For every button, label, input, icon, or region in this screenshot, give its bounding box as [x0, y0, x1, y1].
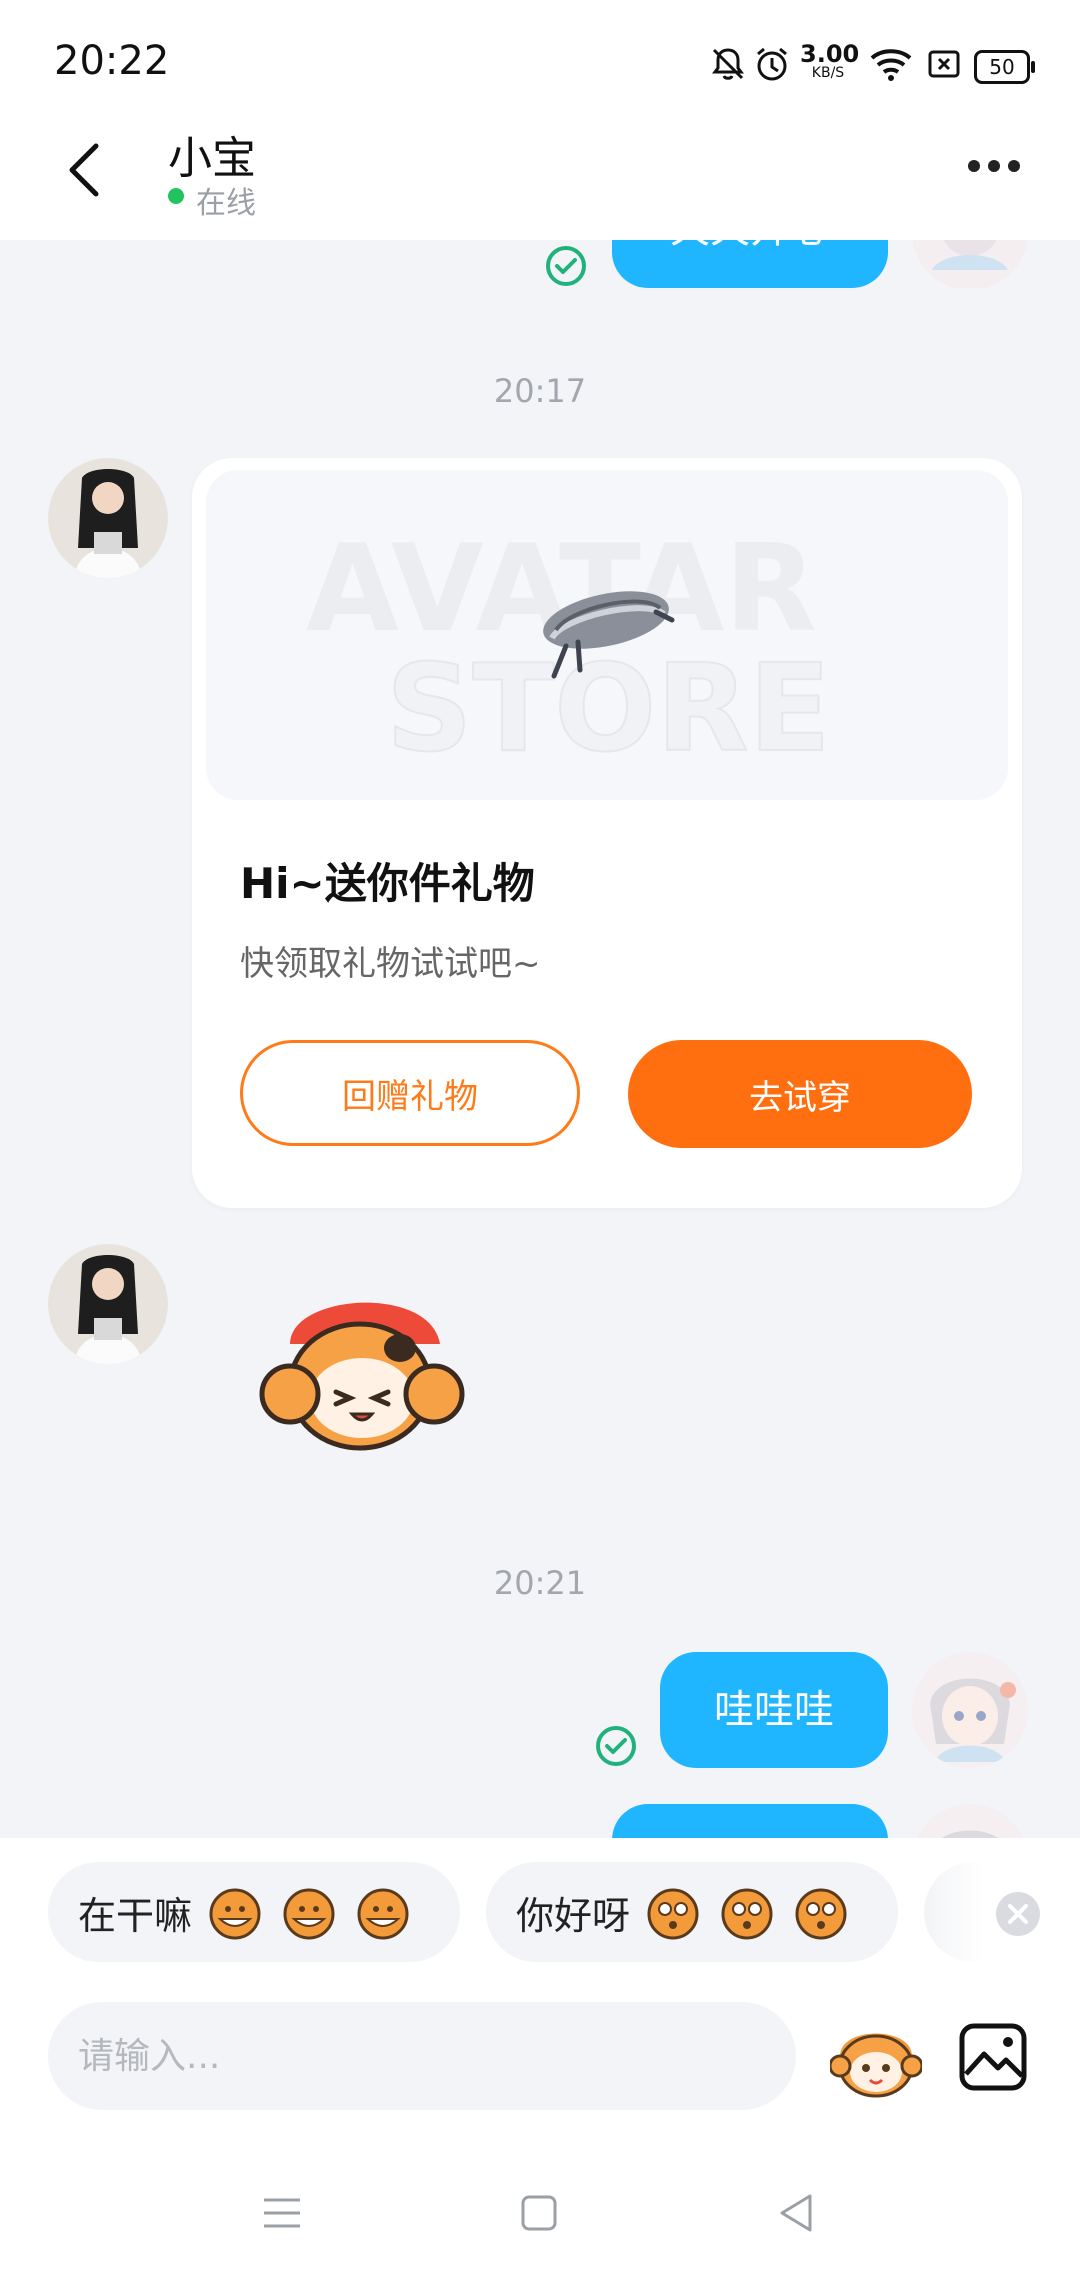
home-nav-icon[interactable]	[520, 2194, 558, 2232]
sticker-message[interactable]	[250, 1274, 480, 1460]
network-speed-unit: KB/S	[811, 65, 845, 81]
message-input[interactable]	[48, 2002, 796, 2110]
image-picker-icon[interactable]	[958, 2022, 1028, 2092]
online-status-label: 在线	[196, 186, 256, 221]
message-bubble-out-clip: 天天开心	[612, 240, 888, 288]
gift-image[interactable]: AVATAR STORE	[206, 470, 1008, 800]
message-bubble-out-partial	[612, 1804, 888, 1838]
grin-emoji-icon	[357, 1888, 409, 1940]
back-arrow-icon[interactable]	[60, 140, 110, 200]
surprised-emoji-icon	[721, 1888, 773, 1940]
watermark-store: STORE	[386, 640, 831, 779]
wifi-icon	[870, 49, 912, 81]
contact-name[interactable]: 小宝	[168, 122, 256, 186]
sim-off-icon	[928, 50, 960, 78]
contact-avatar[interactable]	[48, 1244, 168, 1364]
grin-emoji-icon	[283, 1888, 335, 1940]
mute-bell-icon	[712, 48, 744, 80]
quick-reply-chip[interactable]: 你好呀	[486, 1862, 898, 1962]
menu-nav-icon[interactable]	[262, 2196, 302, 2230]
online-status-dot	[168, 188, 184, 204]
network-speed: 3.00 KB/S	[800, 40, 860, 81]
close-quick-replies-icon[interactable]	[994, 1890, 1042, 1938]
quick-reply-text: 你好呀	[516, 1893, 631, 1938]
gift-preview: AVATAR STORE	[306, 520, 832, 780]
timestamp: 20:21	[493, 1564, 587, 1602]
self-avatar[interactable]	[912, 1652, 1028, 1768]
surprised-emoji-icon	[795, 1888, 847, 1940]
read-check-icon	[596, 1726, 636, 1766]
message-bubble-out[interactable]: 哇哇哇	[660, 1652, 888, 1768]
quick-reply-text: 在干嘛	[78, 1893, 193, 1938]
gift-title: Hi~送你件礼物	[240, 859, 535, 908]
emoji-sticker-icon[interactable]	[830, 2016, 922, 2102]
back-nav-icon[interactable]	[776, 2192, 814, 2234]
battery-icon: 50	[974, 50, 1035, 84]
return-gift-button[interactable]: 回赠礼物	[240, 1040, 580, 1146]
network-speed-value: 3.00	[800, 40, 860, 68]
grin-emoji-icon	[209, 1888, 261, 1940]
self-avatar[interactable]	[912, 240, 1028, 288]
quick-reply-chip[interactable]: 在干嘛	[48, 1862, 460, 1962]
self-avatar-clip	[912, 240, 1028, 288]
read-check-icon	[546, 246, 586, 286]
chat-header	[0, 120, 1080, 240]
status-time: 20:22	[54, 38, 170, 84]
surprised-emoji-icon	[647, 1888, 699, 1940]
alarm-icon	[757, 47, 787, 81]
timestamp: 20:17	[493, 372, 587, 410]
gift-subtitle: 快领取礼物试试吧~	[240, 944, 541, 984]
try-on-button[interactable]: 去试穿	[628, 1040, 972, 1148]
message-bubble-out[interactable]: 天天开心	[612, 240, 888, 288]
more-options-icon[interactable]	[968, 156, 1024, 176]
contact-avatar[interactable]	[48, 458, 168, 578]
self-avatar-partial	[912, 1804, 1028, 1838]
